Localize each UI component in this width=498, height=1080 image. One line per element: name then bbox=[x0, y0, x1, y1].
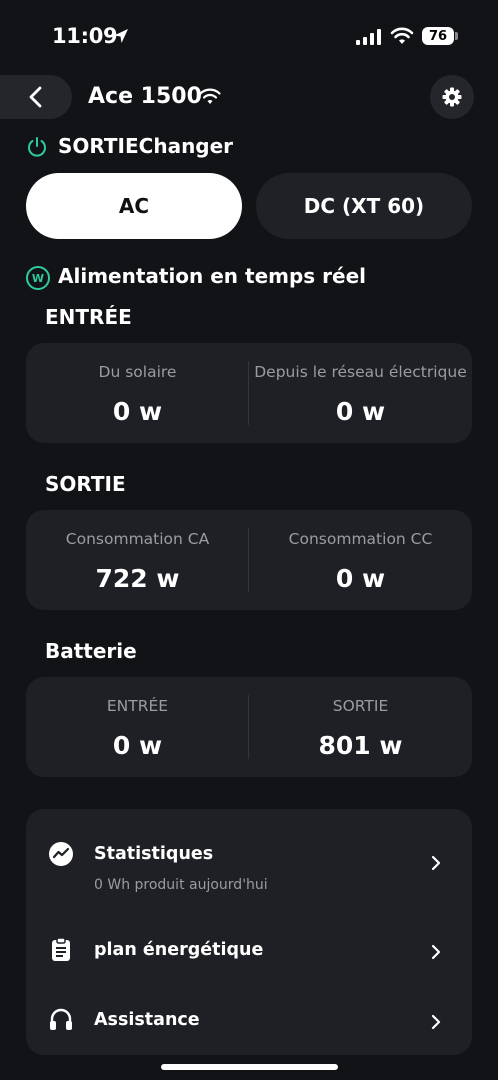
wifi-icon bbox=[199, 88, 221, 104]
chevron-right-icon bbox=[431, 944, 441, 960]
dc-output-button[interactable]: DC (XT 60) bbox=[256, 173, 472, 239]
battery-input-value: 0 w bbox=[112, 731, 163, 760]
battery-icon: 76 bbox=[422, 27, 454, 45]
ac-consumption-label: Consommation CA bbox=[65, 530, 210, 548]
chevron-right-icon bbox=[431, 1014, 441, 1030]
trend-icon bbox=[49, 842, 73, 866]
energy-plan-label: plan énergétique bbox=[94, 940, 264, 960]
grid-input-label: Depuis le réseau électrique bbox=[254, 363, 467, 381]
chevron-left-icon bbox=[29, 86, 42, 108]
grid-input-value: 0 w bbox=[335, 397, 386, 426]
wifi-icon bbox=[390, 27, 414, 44]
menu-item-statistics[interactable]: Statistiques 0 Wh produit aujourd'hui bbox=[26, 809, 472, 901]
home-indicator[interactable] bbox=[161, 1064, 338, 1070]
menu-card: Statistiques 0 Wh produit aujourd'hui pl… bbox=[26, 809, 472, 1055]
w-circle-icon: W bbox=[26, 266, 50, 290]
dc-consumption-label: Consommation CC bbox=[288, 530, 433, 548]
realtime-title: Alimentation en temps réel bbox=[58, 264, 367, 288]
battery-section-title: Batterie bbox=[45, 639, 137, 663]
battery-input-label: ENTRÉE bbox=[106, 697, 169, 715]
battery-card: ENTRÉE 0 w SORTIE 801 w bbox=[26, 677, 472, 777]
device-title: Ace 1500 bbox=[88, 84, 202, 109]
ac-consumption-value: 722 w bbox=[95, 564, 180, 593]
signal-icon bbox=[356, 29, 382, 45]
battery-output: SORTIE 801 w bbox=[249, 677, 472, 777]
power-icon bbox=[28, 137, 46, 157]
solar-input: Du solaire 0 w bbox=[26, 343, 249, 443]
gear-icon bbox=[442, 87, 462, 107]
ac-consumption: Consommation CA 722 w bbox=[26, 510, 249, 610]
location-arrow-icon bbox=[114, 29, 128, 43]
output-card: Consommation CA 722 w Consommation CC 0 … bbox=[26, 510, 472, 610]
status-time: 11:09 bbox=[52, 24, 118, 48]
output-section-title: SORTIE bbox=[45, 472, 126, 496]
grid-input: Depuis le réseau électrique 0 w bbox=[249, 343, 472, 443]
ac-output-button[interactable]: AC bbox=[26, 173, 242, 239]
input-card: Du solaire 0 w Depuis le réseau électriq… bbox=[26, 343, 472, 443]
solar-input-value: 0 w bbox=[112, 397, 163, 426]
statistics-label: Statistiques bbox=[94, 844, 214, 864]
support-label: Assistance bbox=[94, 1010, 200, 1030]
back-button[interactable] bbox=[0, 75, 72, 119]
menu-item-support[interactable]: Assistance bbox=[26, 991, 472, 1051]
headset-icon bbox=[50, 1008, 72, 1030]
battery-output-value: 801 w bbox=[318, 731, 403, 760]
clipboard-icon bbox=[52, 937, 70, 961]
dc-consumption-value: 0 w bbox=[335, 564, 386, 593]
solar-input-label: Du solaire bbox=[98, 363, 177, 381]
battery-output-label: SORTIE bbox=[332, 697, 389, 715]
battery-input: ENTRÉE 0 w bbox=[26, 677, 249, 777]
statistics-subtitle: 0 Wh produit aujourd'hui bbox=[94, 877, 268, 893]
menu-item-energy-plan[interactable]: plan énergétique bbox=[26, 921, 472, 981]
chevron-right-icon bbox=[431, 855, 441, 871]
battery-nub bbox=[455, 32, 458, 40]
dc-consumption: Consommation CC 0 w bbox=[249, 510, 472, 610]
input-section-title: ENTRÉE bbox=[45, 305, 132, 329]
output-change-label[interactable]: SORTIEChanger bbox=[58, 134, 233, 158]
settings-button[interactable] bbox=[430, 75, 474, 119]
